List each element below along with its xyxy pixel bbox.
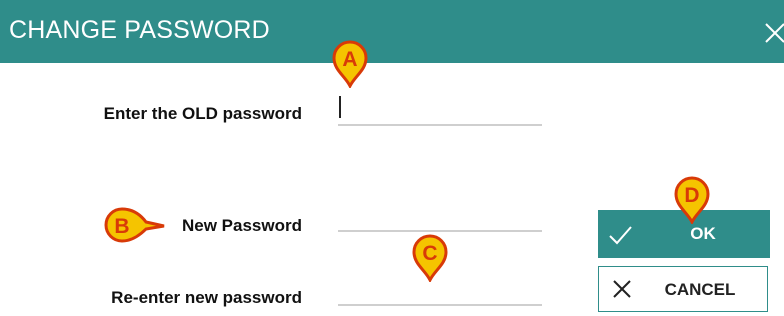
- close-icon[interactable]: [760, 14, 784, 48]
- close-icon: [611, 278, 635, 302]
- old-password-field[interactable]: [338, 96, 542, 126]
- annotation-letter-c: C: [422, 242, 437, 265]
- text-cursor: [339, 96, 341, 118]
- reenter-password-label: Re-enter new password: [111, 288, 302, 307]
- annotation-marker-c: C: [410, 232, 450, 284]
- annotation-marker-b: B: [102, 205, 168, 253]
- annotation-marker-d: D: [672, 174, 712, 226]
- dialog-title: CHANGE PASSWORD: [9, 16, 270, 44]
- new-password-field[interactable]: [338, 202, 542, 232]
- cancel-button-label: CANCEL: [664, 280, 736, 299]
- annotation-letter-d: D: [684, 184, 699, 207]
- checkmark-icon: [608, 222, 632, 246]
- ok-button-label: OK: [690, 224, 716, 243]
- annotation-marker-a: A: [330, 38, 370, 90]
- old-password-label: Enter the OLD password: [103, 104, 302, 123]
- cancel-button[interactable]: CANCEL: [598, 266, 768, 312]
- annotation-letter-a: A: [342, 48, 357, 71]
- dialog-titlebar: CHANGE PASSWORD: [0, 0, 784, 63]
- annotation-letter-b: B: [114, 215, 129, 238]
